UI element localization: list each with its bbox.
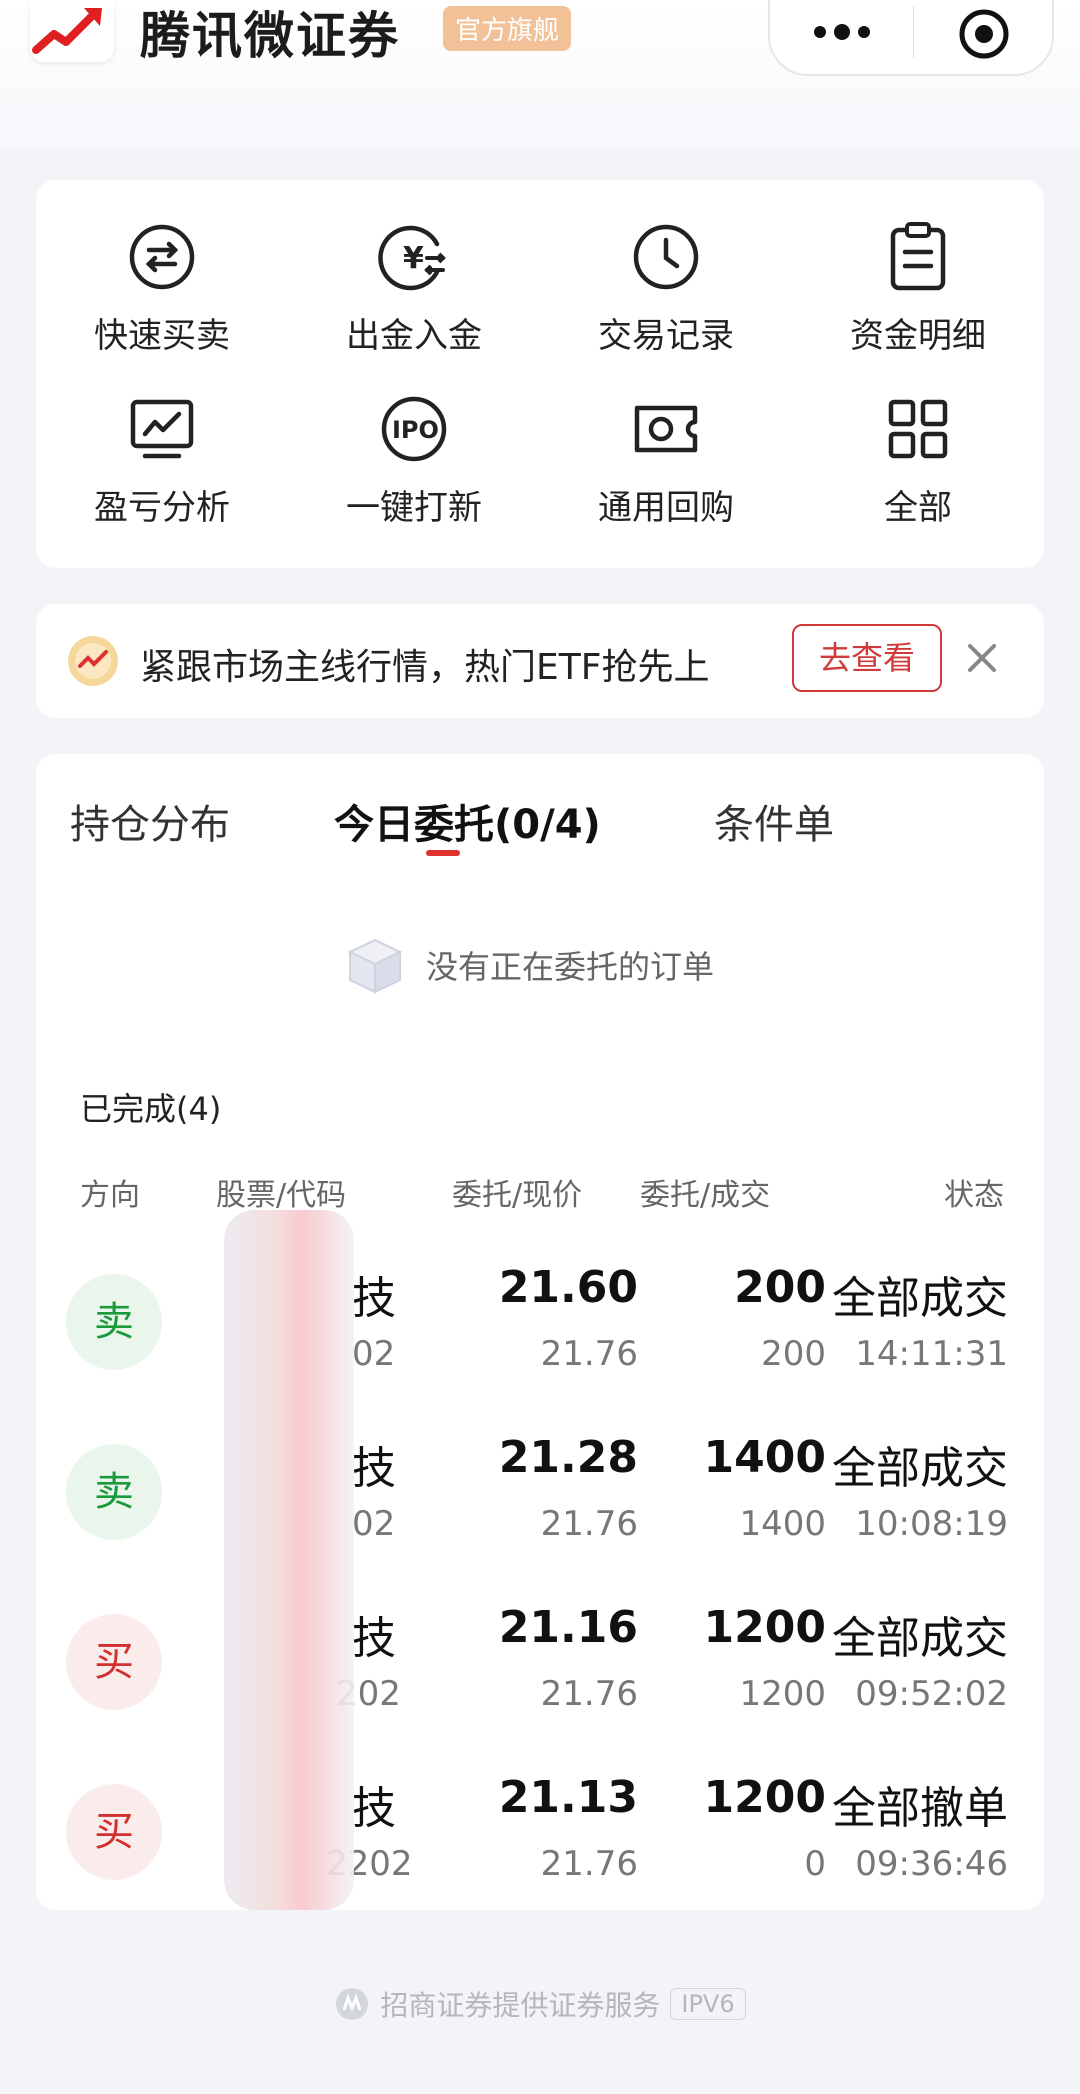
promo-banner[interactable]: 紧跟市场主线行情，热门ETF抢先上 去查看 [36, 604, 1044, 718]
chart-monitor-icon [130, 399, 194, 459]
quick-action-fund-details[interactable]: 资金明细 [792, 220, 1044, 357]
close-icon[interactable] [962, 638, 1002, 678]
direction-badge: 卖 [66, 1444, 162, 1540]
order-status: 全部成交 [832, 1613, 1008, 1664]
capsule-divider [913, 6, 914, 58]
order-price: 21.13 [498, 1772, 638, 1823]
order-price: 21.28 [498, 1432, 638, 1483]
tab-conditional-orders[interactable]: 条件单 [714, 792, 834, 850]
view-button[interactable]: 去查看 [792, 624, 942, 692]
quick-action-repo[interactable]: 通用回购 [540, 392, 792, 529]
quick-action-label: 交易记录 [598, 316, 734, 356]
quick-action-label: 一键打新 [346, 488, 482, 528]
current-price: 21.76 [540, 1504, 638, 1544]
banner-text: 紧跟市场主线行情，热门ETF抢先上 [140, 647, 710, 688]
filled-qty: 0 [804, 1844, 826, 1884]
order-price: 21.60 [498, 1262, 638, 1313]
order-qty: 1400 [703, 1432, 826, 1483]
quick-action-deposit-withdraw[interactable]: ¥ 出金入金 [288, 220, 540, 357]
clipboard-icon [890, 222, 946, 291]
column-stock-code: 股票/代码 [216, 1178, 347, 1213]
column-direction: 方向 [80, 1178, 140, 1213]
quick-action-label: 快速买卖 [94, 316, 230, 356]
app-title: 腾讯微证券 [140, 7, 400, 65]
order-status: 全部成交 [832, 1443, 1008, 1494]
order-status: 全部成交 [832, 1273, 1008, 1324]
svg-text:¥: ¥ [403, 241, 424, 276]
quick-actions-card: 快速买卖 ¥ 出金入金 交易记录 资金明细 盈亏分析 IPO 一键打新 通用回购… [36, 180, 1044, 568]
more-icon[interactable] [810, 12, 874, 52]
table-row[interactable]: 买 技 202 21.16 21.76 1200 1200 全部成交 09:52… [36, 1594, 1044, 1764]
quick-action-ipo[interactable]: IPO 一键打新 [288, 392, 540, 529]
current-price: 21.76 [540, 1674, 638, 1714]
footer: 招商证券提供证券服务 IPV6 [0, 1984, 1080, 2026]
column-order-current-price: 委托/现价 [452, 1178, 583, 1213]
filled-qty: 1200 [739, 1674, 826, 1714]
quick-action-label: 全部 [884, 488, 952, 528]
tab-positions[interactable]: 持仓分布 [70, 792, 230, 850]
svg-text:IPO: IPO [392, 416, 439, 444]
filled-qty: 1400 [739, 1504, 826, 1544]
order-qty: 200 [734, 1262, 826, 1313]
ipv6-badge: IPV6 [670, 1988, 746, 2020]
quick-action-pnl-analysis[interactable]: 盈亏分析 [36, 392, 288, 529]
order-status: 全部撤单 [832, 1783, 1008, 1834]
grid-icon [888, 399, 948, 459]
direction-badge: 卖 [66, 1274, 162, 1370]
quick-action-label: 出金入金 [346, 316, 482, 356]
stock-name: 技 [352, 1443, 396, 1494]
order-qty: 1200 [703, 1772, 826, 1823]
stock-name: 技 [352, 1613, 396, 1664]
app-logo [30, 0, 114, 62]
table-row[interactable]: 卖 技 02 21.60 21.76 200 200 全部成交 14:11:31 [36, 1254, 1044, 1424]
filled-qty: 200 [761, 1334, 826, 1374]
table-row[interactable]: 买 技 2202 21.13 21.76 1200 0 全部撤单 09:36:4… [36, 1764, 1044, 1934]
redaction-blur [224, 1210, 354, 1910]
direction-badge: 买 [66, 1614, 162, 1710]
completed-title: 已完成(4) [80, 1090, 222, 1128]
ipo-icon: IPO [381, 396, 447, 462]
official-badge: 官方旗舰 [443, 6, 572, 51]
close-target-icon[interactable] [958, 8, 1010, 60]
column-status: 状态 [944, 1178, 1004, 1213]
stock-code: 02 [352, 1334, 396, 1374]
stock-name: 技 [352, 1783, 396, 1834]
tab-today-orders[interactable]: 今日委托(0/4) [334, 792, 601, 850]
stock-code: 02 [352, 1504, 396, 1544]
order-time: 10:08:19 [855, 1504, 1008, 1544]
quick-action-fast-trade[interactable]: 快速买卖 [36, 220, 288, 357]
order-time: 09:36:46 [855, 1844, 1008, 1884]
orders-card: 持仓分布 今日委托(0/4) 条件单 没有正在委托的订单 已完成(4) 方向 股… [36, 754, 1044, 1910]
footer-text: 招商证券提供证券服务 [380, 1989, 661, 2022]
table-row[interactable]: 卖 技 02 21.28 21.76 1400 1400 全部成交 10:08:… [36, 1424, 1044, 1594]
order-qty: 1200 [703, 1602, 826, 1653]
mini-program-capsule [768, 0, 1054, 76]
active-tab-indicator [426, 850, 460, 856]
clock-icon [633, 224, 699, 290]
order-time: 09:52:02 [855, 1674, 1008, 1714]
order-time: 14:11:31 [855, 1334, 1008, 1374]
quick-action-label: 资金明细 [850, 316, 986, 356]
current-price: 21.76 [540, 1844, 638, 1884]
empty-box-icon [347, 938, 403, 994]
empty-state-text: 没有正在委托的订单 [426, 948, 715, 986]
swap-icon [129, 224, 195, 290]
quick-action-trade-records[interactable]: 交易记录 [540, 220, 792, 357]
quick-action-label: 通用回购 [598, 488, 734, 528]
ticket-icon [634, 405, 698, 453]
top-bar: 腾讯微证券 官方旗舰 [0, 0, 1080, 150]
direction-badge: 买 [66, 1784, 162, 1880]
yuan-transfer-icon: ¥ [378, 225, 446, 291]
order-price: 21.16 [498, 1602, 638, 1653]
stock-name: 技 [352, 1273, 396, 1324]
current-price: 21.76 [540, 1334, 638, 1374]
column-order-filled-qty: 委托/成交 [640, 1178, 771, 1213]
broker-logo-icon [336, 1988, 369, 2020]
coin-icon [68, 636, 118, 686]
quick-action-label: 盈亏分析 [94, 488, 230, 528]
quick-action-all[interactable]: 全部 [792, 392, 1044, 529]
